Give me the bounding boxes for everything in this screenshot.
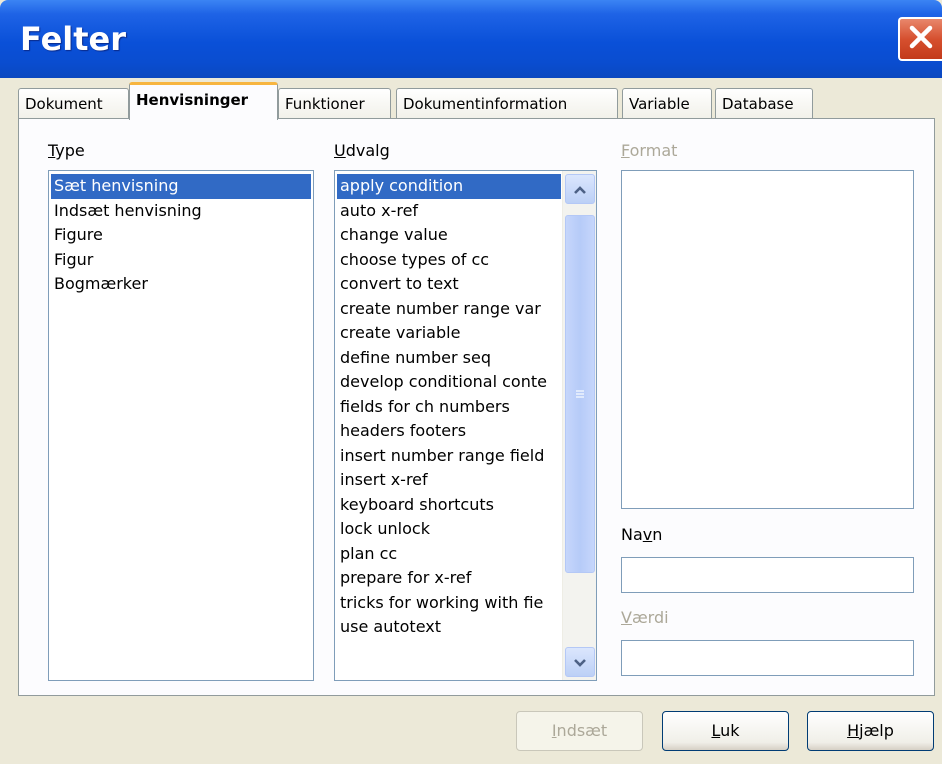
- udvalg-item[interactable]: use autotext: [337, 615, 561, 640]
- chevron-down-icon: [573, 653, 587, 672]
- scroll-down-button[interactable]: [565, 647, 595, 677]
- udvalg-item[interactable]: tricks for working with fie: [337, 591, 561, 616]
- close-icon: [907, 23, 935, 55]
- vaerdi-input[interactable]: [621, 640, 914, 676]
- udvalg-item[interactable]: apply condition: [337, 174, 561, 199]
- udvalg-scrollbar[interactable]: [562, 171, 596, 680]
- udvalg-label: Udvalg: [334, 141, 390, 160]
- tab-henvisninger[interactable]: Henvisninger: [129, 82, 278, 120]
- tab-database[interactable]: Database: [715, 88, 813, 118]
- insert-button[interactable]: Indsæt: [516, 711, 643, 751]
- close-button[interactable]: Luk: [662, 711, 789, 751]
- udvalg-item[interactable]: plan cc: [337, 542, 561, 567]
- udvalg-item[interactable]: auto x-ref: [337, 199, 561, 224]
- vaerdi-label: Værdi: [621, 608, 669, 627]
- udvalg-item[interactable]: change value: [337, 223, 561, 248]
- udvalg-item[interactable]: create number range var: [337, 297, 561, 322]
- udvalg-item[interactable]: develop conditional conte: [337, 370, 561, 395]
- udvalg-item[interactable]: fields for ch numbers: [337, 395, 561, 420]
- type-item[interactable]: Bogmærker: [51, 272, 311, 297]
- navn-input[interactable]: [621, 557, 914, 593]
- scroll-up-button[interactable]: [565, 174, 595, 204]
- type-item[interactable]: Figur: [51, 248, 311, 273]
- udvalg-item[interactable]: choose types of cc: [337, 248, 561, 273]
- navn-label: Navn: [621, 525, 663, 544]
- chevron-up-icon: [573, 180, 587, 199]
- udvalg-item[interactable]: create variable: [337, 321, 561, 346]
- window-title: Felter: [20, 20, 127, 58]
- type-label: Type: [48, 141, 85, 160]
- udvalg-item[interactable]: keyboard shortcuts: [337, 493, 561, 518]
- tab-dokumentinformation[interactable]: Dokumentinformation: [396, 88, 618, 118]
- udvalg-listbox[interactable]: apply condition auto x-ref change value …: [334, 170, 597, 681]
- udvalg-item[interactable]: define number seq: [337, 346, 561, 371]
- format-label: Format: [621, 141, 678, 160]
- format-listbox[interactable]: [621, 170, 914, 509]
- udvalg-item[interactable]: headers footers: [337, 419, 561, 444]
- type-item[interactable]: Sæt henvisning: [51, 174, 311, 199]
- grip-icon: [574, 385, 586, 404]
- udvalg-item[interactable]: insert number range field: [337, 444, 561, 469]
- udvalg-item[interactable]: convert to text: [337, 272, 561, 297]
- title-bar: Felter: [0, 0, 942, 78]
- help-button[interactable]: Hjælp: [807, 711, 934, 751]
- udvalg-item[interactable]: lock unlock: [337, 517, 561, 542]
- tab-dokument[interactable]: Dokument: [18, 88, 129, 118]
- type-listbox[interactable]: Sæt henvisning Indsæt henvisning Figure …: [48, 170, 314, 681]
- udvalg-item[interactable]: prepare for x-ref: [337, 566, 561, 591]
- type-item[interactable]: Indsæt henvisning: [51, 199, 311, 224]
- close-window-button[interactable]: [898, 17, 942, 61]
- type-item[interactable]: Figure: [51, 223, 311, 248]
- tab-funktioner[interactable]: Funktioner: [278, 88, 391, 118]
- tab-variable[interactable]: Variable: [622, 88, 712, 118]
- scroll-thumb[interactable]: [565, 215, 595, 573]
- udvalg-item[interactable]: insert x-ref: [337, 468, 561, 493]
